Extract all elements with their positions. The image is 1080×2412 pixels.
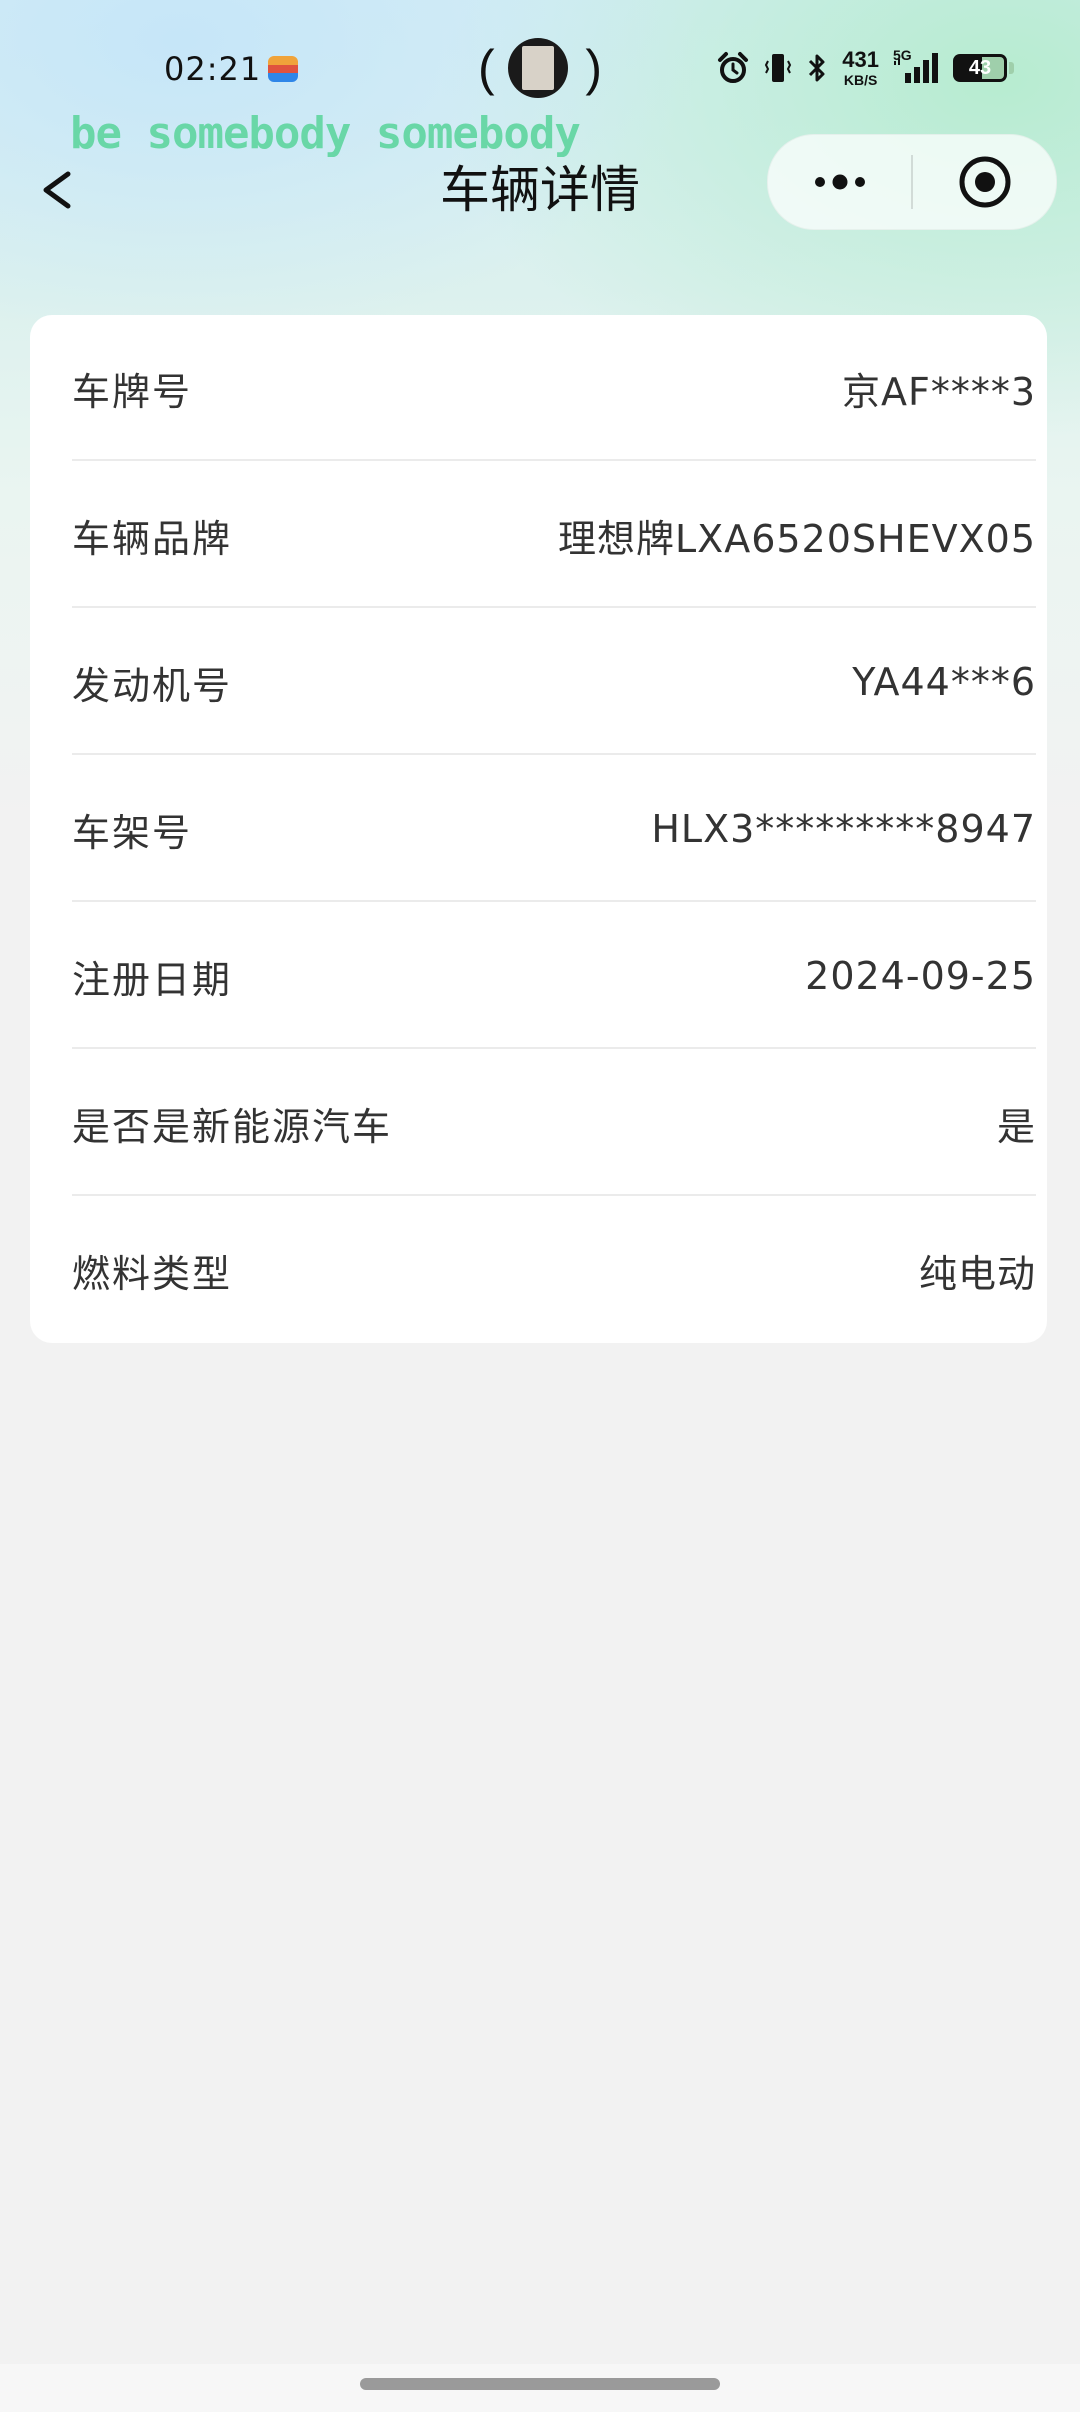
row-value: 京AF****3 bbox=[841, 369, 1036, 414]
net-speed-unit: KB/S bbox=[843, 72, 878, 88]
more-button[interactable] bbox=[768, 135, 911, 229]
right-paren-glyph: ) bbox=[585, 40, 602, 96]
row-label: 是否是新能源汽车 bbox=[72, 1104, 393, 1149]
vibrate-icon bbox=[764, 51, 792, 85]
row-value: YA44***6 bbox=[852, 660, 1036, 704]
detail-row-vin: 车架号 HLX3*********8947 bbox=[72, 756, 1036, 902]
battery-icon: 43 bbox=[953, 54, 1007, 82]
status-time: 02:21 bbox=[164, 50, 262, 88]
close-button[interactable] bbox=[913, 135, 1056, 229]
row-label: 燃料类型 bbox=[72, 1251, 233, 1296]
alarm-icon bbox=[716, 51, 750, 85]
vehicle-detail-card: 车牌号 京AF****3 车辆品牌 理想牌LXA6520SHEVX05 发动机号… bbox=[30, 315, 1047, 1343]
battery-tip bbox=[1009, 62, 1014, 74]
row-value: 纯电动 bbox=[918, 1251, 1036, 1296]
row-divider bbox=[72, 459, 1036, 461]
row-label: 车架号 bbox=[72, 810, 193, 855]
detail-row-registration-date: 注册日期 2024-09-25 bbox=[72, 903, 1036, 1049]
row-divider bbox=[72, 606, 1036, 608]
row-value: HLX3*********8947 bbox=[651, 807, 1036, 851]
net-speed-value: 431 bbox=[842, 47, 879, 72]
home-indicator[interactable] bbox=[360, 2378, 720, 2390]
miniprogram-capsule bbox=[767, 134, 1057, 230]
detail-row-plate: 车牌号 京AF****3 bbox=[72, 315, 1036, 461]
more-dots-icon bbox=[814, 174, 865, 190]
detail-row-engine-number: 发动机号 YA44***6 bbox=[72, 609, 1036, 755]
signal-icon: 5G bbox=[893, 47, 939, 85]
media-indicator[interactable]: ( ) bbox=[478, 36, 602, 100]
left-paren-glyph: ( bbox=[478, 40, 495, 96]
battery-level: 43 bbox=[968, 57, 992, 79]
net-speed: 431 KB/S bbox=[842, 47, 879, 88]
detail-row-fuel-type: 燃料类型 纯电动 bbox=[72, 1197, 1036, 1343]
row-divider bbox=[72, 1047, 1036, 1049]
row-label: 发动机号 bbox=[72, 663, 233, 708]
network-type-label: 5G bbox=[893, 47, 912, 63]
row-value: 是 bbox=[996, 1104, 1036, 1149]
row-divider bbox=[72, 753, 1036, 755]
detail-row-brand: 车辆品牌 理想牌LXA6520SHEVX05 bbox=[72, 462, 1036, 608]
status-icons: 431 KB/S 5G 43 bbox=[716, 46, 1014, 90]
avatar bbox=[508, 38, 568, 98]
row-label: 注册日期 bbox=[72, 957, 233, 1002]
row-divider bbox=[72, 900, 1036, 902]
wallet-icon bbox=[268, 56, 298, 82]
detail-row-new-energy: 是否是新能源汽车 是 bbox=[72, 1050, 1036, 1196]
row-value: 2024-09-25 bbox=[805, 954, 1036, 998]
close-circle-icon bbox=[959, 156, 1010, 208]
row-value: 理想牌LXA6520SHEVX05 bbox=[558, 516, 1036, 561]
row-divider bbox=[72, 1194, 1036, 1196]
row-label: 车辆品牌 bbox=[72, 516, 233, 561]
bluetooth-icon bbox=[806, 51, 828, 85]
row-label: 车牌号 bbox=[72, 369, 193, 414]
